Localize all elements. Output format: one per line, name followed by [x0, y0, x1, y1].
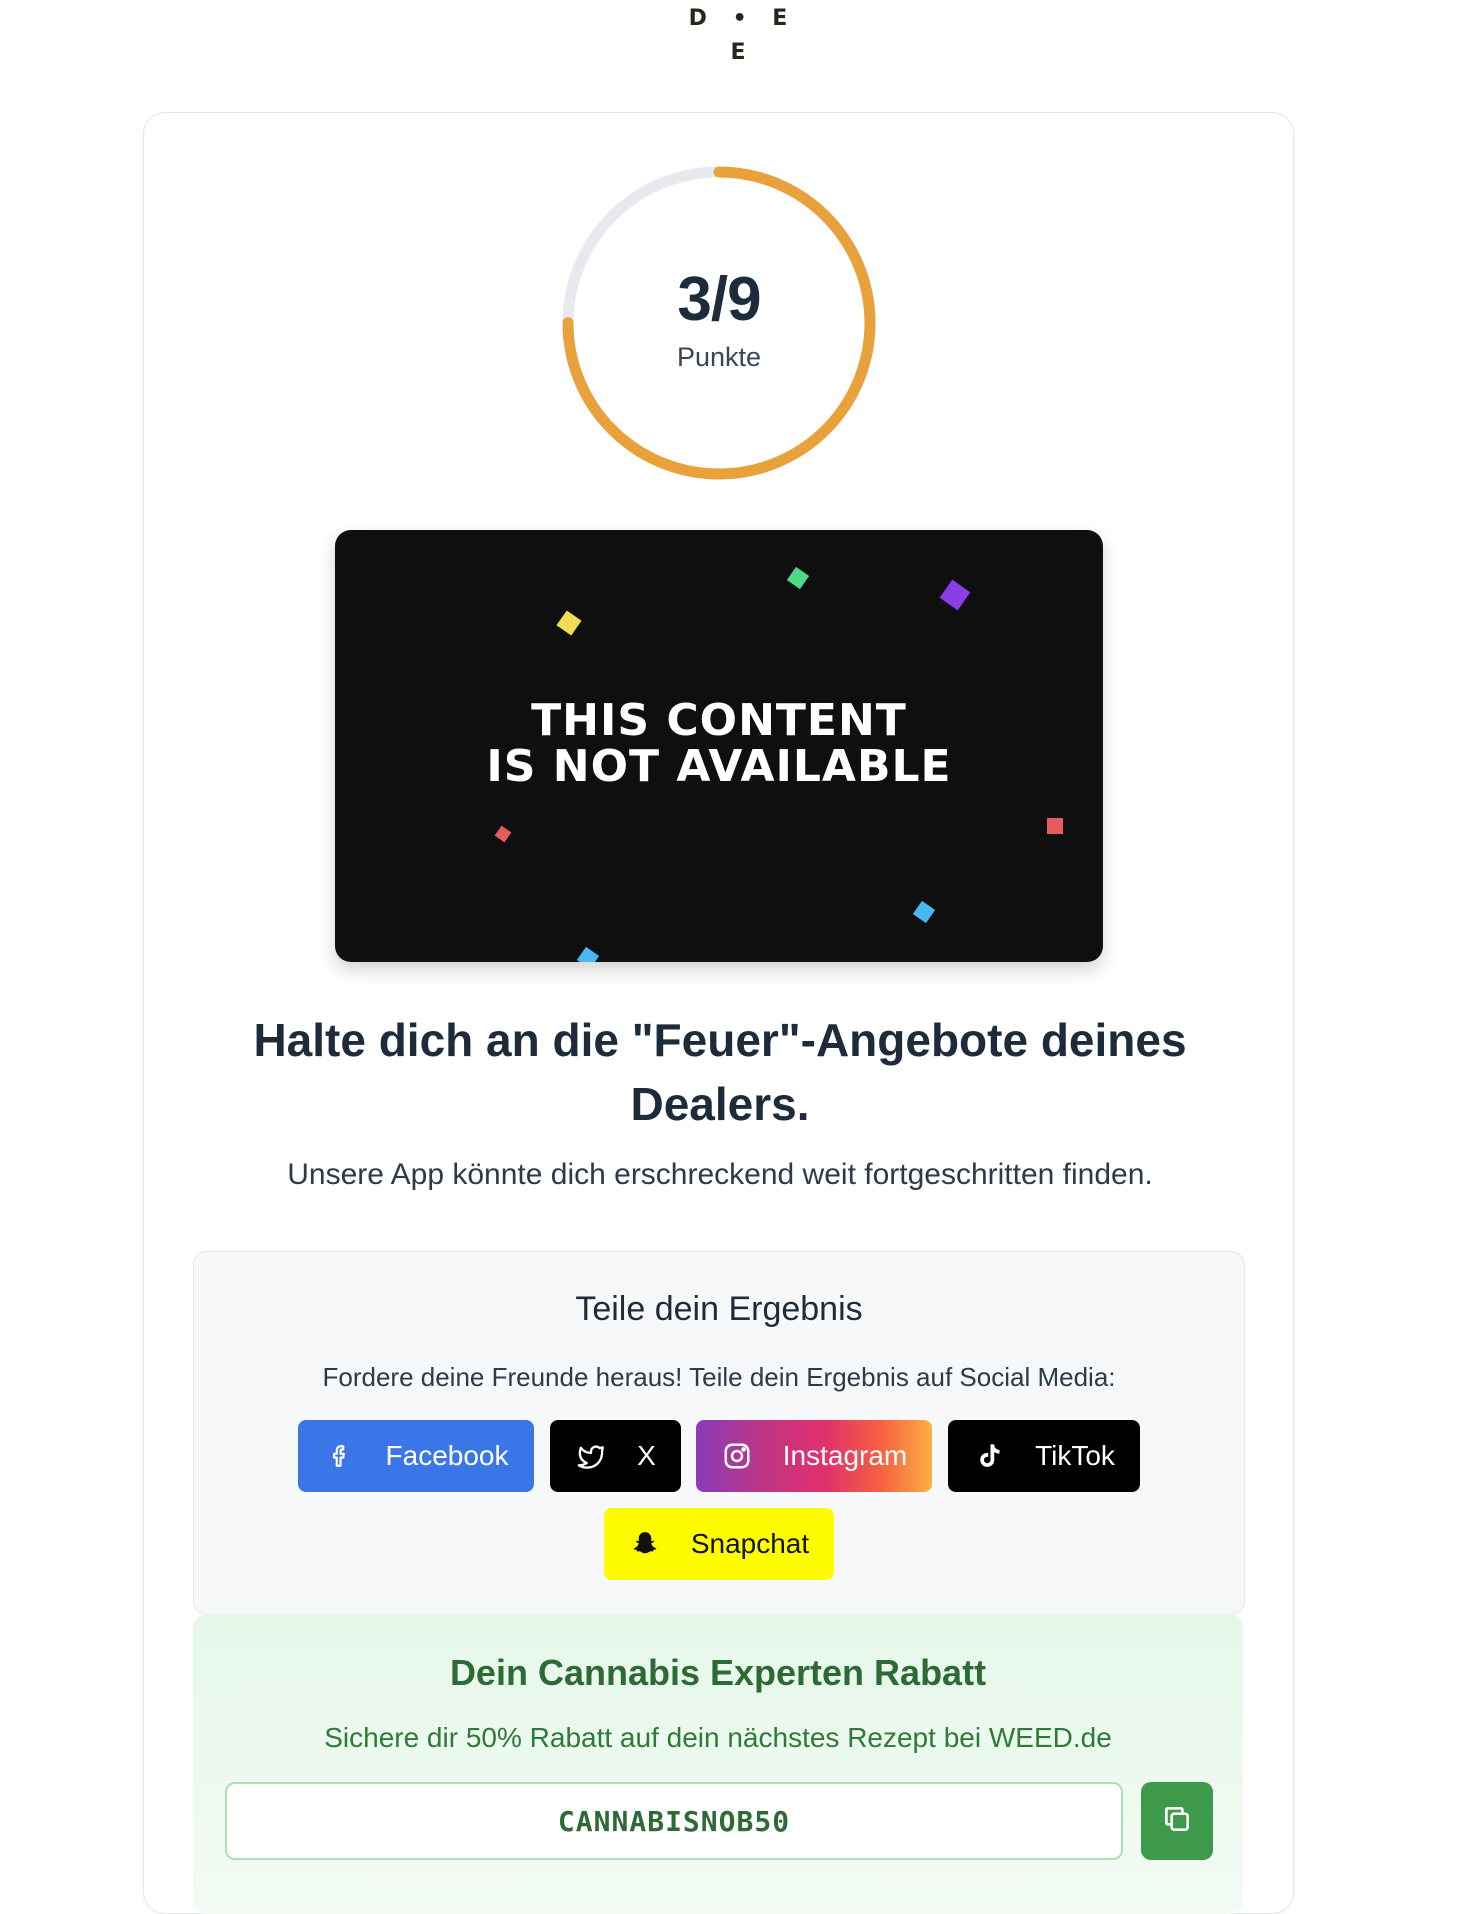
- share-section: Teile dein Ergebnis Fordere deine Freund…: [193, 1251, 1245, 1615]
- tiktok-share-label: TikTok: [1035, 1440, 1115, 1471]
- confetti-piece: [1047, 818, 1063, 834]
- snapchat-share-button[interactable]: Snapchat: [604, 1508, 834, 1580]
- copy-icon: [1161, 1803, 1193, 1840]
- x-share-label: X: [637, 1440, 656, 1471]
- logo-top-row: D • E: [688, 6, 790, 31]
- media-unavailable-text: THIS CONTENT IS NOT AVAILABLE: [335, 698, 1103, 790]
- tiktok-icon: [973, 1440, 1005, 1472]
- snapchat-ghost-icon: [629, 1528, 661, 1560]
- confetti-piece: [786, 566, 810, 590]
- facebook-share-label: Facebook: [385, 1440, 509, 1471]
- result-subline: Unsere App könnte dich erschreckend weit…: [287, 1158, 1153, 1191]
- instagram-share-label: Instagram: [782, 1440, 908, 1471]
- result-gif-placeholder: THIS CONTENT IS NOT AVAILABLE: [335, 530, 1103, 962]
- facebook-icon: [324, 1440, 356, 1472]
- share-title: Teile dein Ergebnis: [575, 1290, 863, 1328]
- discount-section: Dein Cannabis Experten Rabatt Sichere di…: [193, 1614, 1243, 1914]
- result-headline: Halte dich an die "Feuer"-Angebote deine…: [253, 1014, 1187, 1130]
- confetti-piece: [494, 825, 512, 843]
- twitter-bird-icon: [575, 1440, 607, 1472]
- confetti-piece: [939, 579, 971, 611]
- score-label: Punkte: [676, 342, 762, 372]
- instagram-icon: [721, 1440, 753, 1472]
- tiktok-share-button[interactable]: TikTok: [948, 1420, 1140, 1492]
- snapchat-share-label: Snapchat: [690, 1528, 810, 1559]
- x-share-button[interactable]: X: [550, 1420, 681, 1492]
- facebook-share-button[interactable]: Facebook: [298, 1420, 534, 1492]
- discount-description: Sichere dir 50% Rabatt auf dein nächstes…: [324, 1722, 1112, 1753]
- media-unavailable-line-2: IS NOT AVAILABLE: [486, 741, 952, 792]
- media-unavailable-line-1: THIS CONTENT: [531, 695, 907, 746]
- share-description: Fordere deine Freunde heraus! Teile dein…: [322, 1362, 1116, 1392]
- confetti-piece: [912, 900, 936, 924]
- discount-code: CANNABISNOB50: [557, 1804, 791, 1838]
- score-value: 3/9: [677, 265, 761, 334]
- confetti-piece: [576, 946, 600, 962]
- instagram-share-button[interactable]: Instagram: [696, 1420, 932, 1492]
- discount-title: Dein Cannabis Experten Rabatt: [449, 1652, 987, 1693]
- copy-code-button[interactable]: [1141, 1782, 1213, 1860]
- discount-code-field[interactable]: CANNABISNOB50: [225, 1782, 1123, 1860]
- confetti-piece: [556, 610, 582, 636]
- score-ring: 3/9 Punkte: [560, 164, 878, 482]
- logo-bottom-row: E: [730, 40, 748, 65]
